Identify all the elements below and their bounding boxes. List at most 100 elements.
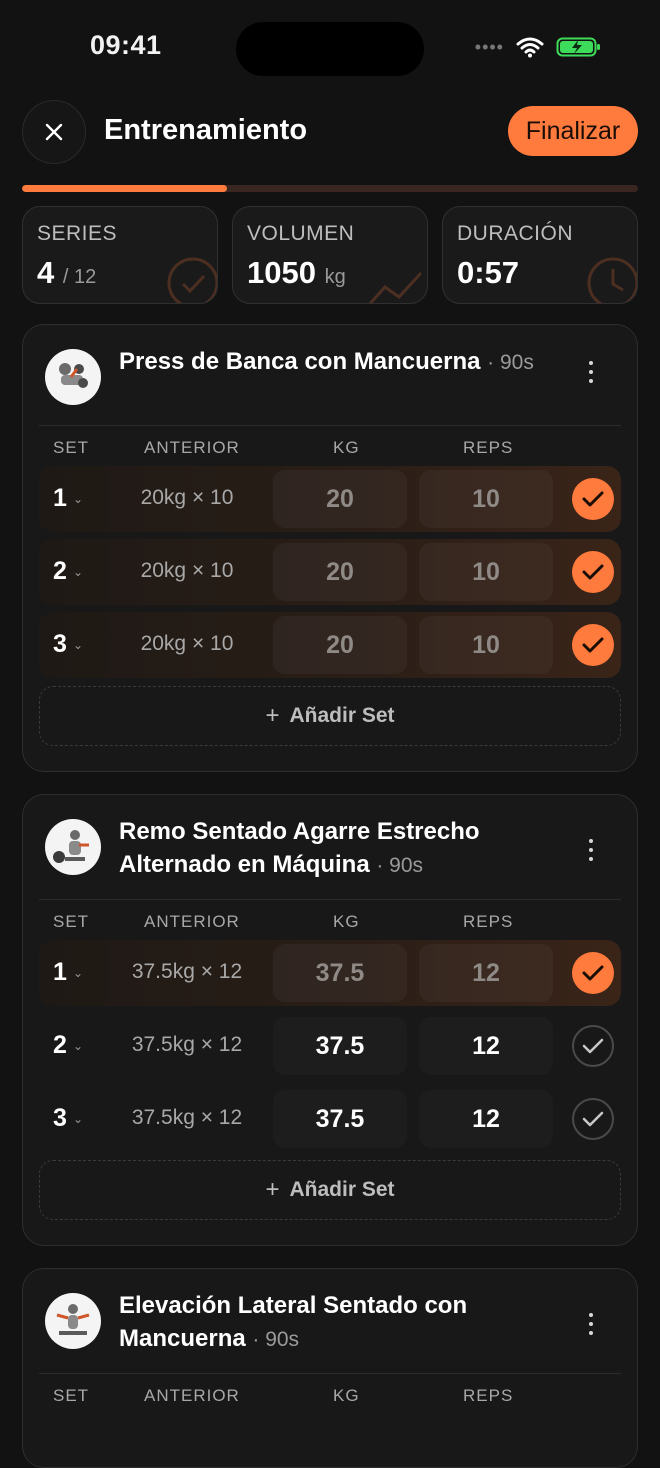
reps-input[interactable]: 10: [419, 616, 553, 674]
signal-icon: ••••: [474, 36, 504, 57]
reps-input[interactable]: 12: [419, 1090, 553, 1148]
chevron-down-icon[interactable]: ⌄: [73, 1039, 83, 1053]
complete-set-button[interactable]: [572, 624, 614, 666]
chevron-down-icon[interactable]: ⌄: [73, 638, 83, 652]
seated-row-figure-icon: [53, 830, 89, 863]
reps-input[interactable]: 10: [419, 543, 553, 601]
workout-progress-bar: [22, 185, 638, 192]
complete-set-button[interactable]: [572, 551, 614, 593]
plus-icon: +: [265, 702, 280, 729]
workout-header: Entrenamiento Finalizar: [22, 100, 640, 164]
exercise-name[interactable]: Elevación Lateral Sentado con Mancuerna …: [119, 1289, 539, 1356]
set-table-header: SET ANTERIOR KG REPS: [23, 900, 637, 940]
stat-volume-value: 1050 kg: [247, 255, 346, 290]
wifi-icon: [516, 37, 544, 58]
plus-icon: +: [265, 1176, 280, 1203]
exercise-thumbnail[interactable]: [45, 349, 101, 405]
col-kg: KG: [333, 1386, 360, 1405]
add-set-button[interactable]: + Añadir Set: [39, 1160, 621, 1220]
exercise-name[interactable]: Press de Banca con Mancuerna · 90s: [119, 345, 539, 379]
kg-input[interactable]: 20: [273, 543, 407, 601]
previous-value: 20kg × 10: [140, 632, 234, 655]
stat-duration-label: DURACIÓN: [457, 222, 574, 245]
reps-input[interactable]: 12: [419, 944, 553, 1002]
set-table-header: SET ANTERIOR KG REPS: [23, 1374, 637, 1414]
set-row: 2 ⌄ 20kg × 10 20 10: [39, 539, 621, 605]
progress-fill: [22, 185, 228, 192]
more-options-icon[interactable]: [587, 361, 595, 383]
close-button[interactable]: [22, 100, 86, 164]
exercise-header: Elevación Lateral Sentado con Mancuerna …: [23, 1269, 637, 1373]
set-table-header: SET ANTERIOR KG REPS: [23, 426, 637, 466]
exercise-thumbnail[interactable]: [45, 819, 101, 875]
previous-value: 20kg × 10: [140, 486, 234, 509]
exercise-name[interactable]: Remo Sentado Agarre Estrecho Alternado e…: [119, 815, 539, 882]
stat-series-label: SERIES: [37, 222, 118, 245]
set-number[interactable]: 2: [53, 1031, 67, 1060]
set-row: 2 ⌄ 37.5kg × 12 37.5 12: [39, 1013, 621, 1079]
set-number[interactable]: 3: [53, 1104, 67, 1133]
complete-set-button[interactable]: [572, 1098, 614, 1140]
battery-icon: [556, 37, 600, 57]
col-set: SET: [53, 438, 90, 457]
dynamic-island: [236, 22, 424, 76]
stat-duration: DURACIÓN 0:57: [442, 206, 638, 304]
set-row: 3 ⌄ 37.5kg × 12 37.5 12: [39, 1086, 621, 1152]
complete-set-button[interactable]: [572, 952, 614, 994]
stat-duration-value: 0:57: [457, 255, 520, 290]
set-number[interactable]: 3: [53, 630, 67, 659]
kg-input[interactable]: 20: [273, 470, 407, 528]
previous-value: 20kg × 10: [140, 559, 234, 582]
col-prev: ANTERIOR: [144, 438, 240, 457]
finish-button[interactable]: Finalizar: [508, 106, 638, 156]
col-kg: KG: [333, 912, 360, 931]
col-reps: REPS: [463, 438, 514, 457]
rest-time: · 90s: [376, 854, 424, 877]
close-icon: [45, 123, 63, 141]
kg-input[interactable]: 20: [273, 616, 407, 674]
clock: 09:41: [90, 30, 162, 60]
more-options-icon[interactable]: [587, 839, 595, 861]
chevron-down-icon[interactable]: ⌄: [73, 565, 83, 579]
exercise-thumbnail[interactable]: [45, 1293, 101, 1349]
add-set-button[interactable]: + Añadir Set: [39, 686, 621, 746]
chevron-down-icon[interactable]: ⌄: [73, 492, 83, 506]
more-options-icon[interactable]: [587, 1313, 595, 1335]
reps-input[interactable]: 12: [419, 1017, 553, 1075]
reps-input[interactable]: 10: [419, 470, 553, 528]
col-set: SET: [53, 912, 90, 931]
clock-icon: [587, 257, 637, 303]
kg-input[interactable]: 37.5: [273, 944, 407, 1002]
kg-input[interactable]: 37.5: [273, 1090, 407, 1148]
complete-set-button[interactable]: [572, 1025, 614, 1067]
set-number[interactable]: 2: [53, 557, 67, 586]
chevron-down-icon[interactable]: ⌄: [73, 966, 83, 980]
set-number[interactable]: 1: [53, 484, 67, 513]
kg-input[interactable]: 37.5: [273, 1017, 407, 1075]
check-circle-icon: [167, 257, 217, 303]
status-bar: 09:41 ••••: [0, 0, 660, 90]
exercise-card: Press de Banca con Mancuerna · 90s SET A…: [22, 324, 638, 772]
set-number[interactable]: 1: [53, 958, 67, 987]
stat-series-value: 4 / 12: [37, 255, 97, 290]
bench-press-figure-icon: [59, 363, 88, 388]
chevron-down-icon[interactable]: ⌄: [73, 1112, 83, 1126]
exercise-card: Remo Sentado Agarre Estrecho Alternado e…: [22, 794, 638, 1246]
col-prev: ANTERIOR: [144, 912, 240, 931]
stat-volume: VOLUMEN 1050 kg: [232, 206, 428, 304]
col-kg: KG: [333, 438, 360, 457]
set-row: 1 ⌄ 20kg × 10 20 10: [39, 466, 621, 532]
complete-set-button[interactable]: [572, 478, 614, 520]
rest-time: · 90s: [252, 1328, 300, 1351]
previous-value: 37.5kg × 12: [131, 960, 243, 983]
col-prev: ANTERIOR: [144, 1386, 240, 1405]
trend-line-icon: [368, 271, 423, 303]
checkmark-icon: [582, 637, 604, 653]
checkmark-icon: [582, 564, 604, 580]
stat-series: SERIES 4 / 12: [22, 206, 218, 304]
col-reps: REPS: [463, 1386, 514, 1405]
set-row: 3 ⌄ 20kg × 10 20 10: [39, 612, 621, 678]
exercise-header: Remo Sentado Agarre Estrecho Alternado e…: [23, 795, 637, 899]
page-title: Entrenamiento: [104, 114, 308, 146]
checkmark-icon: [582, 965, 604, 981]
